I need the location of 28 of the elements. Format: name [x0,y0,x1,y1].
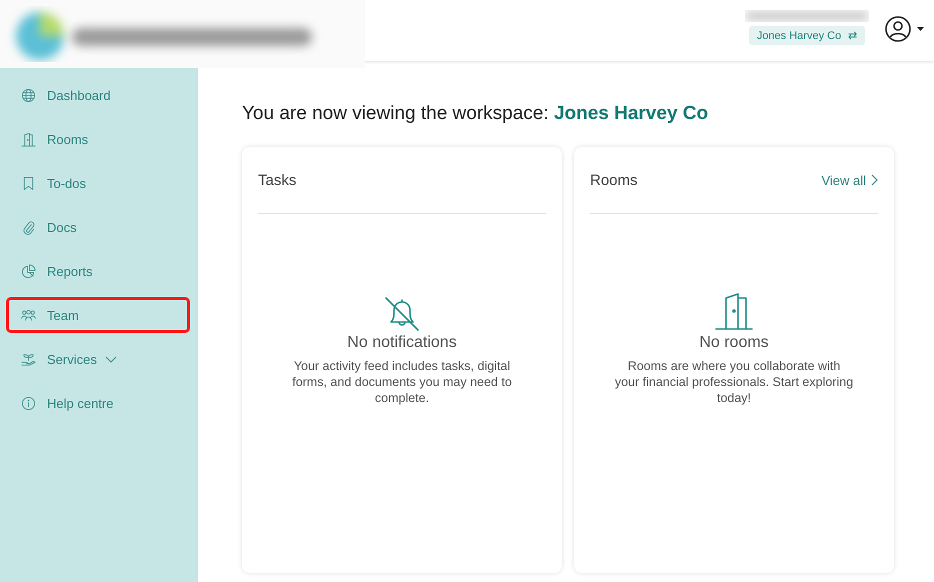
nav-item[interactable]: To-dos [6,165,190,201]
empty-state-text: Your activity feed includes tasks, digital forms, and documents you may need to complete. [291,358,513,406]
empty-state-title: No rooms [699,334,769,352]
chevron-right-icon [871,174,878,186]
nav-item[interactable]: Rooms [6,121,190,157]
info-icon [21,396,36,410]
card-title: Rooms [590,172,638,188]
caret-icon[interactable] [917,26,924,30]
bookmark-icon [21,176,36,190]
paperclip-icon [21,220,36,234]
door-icon [21,132,36,146]
card-title: Tasks [258,172,296,188]
page-heading: You are now viewing the workspace: Jones Harvey Co [242,103,710,125]
empty-state-text: Rooms are where you collaborate with your financial professionals. Start exploring today! [614,358,854,406]
user-avatar-icon[interactable] [885,16,911,42]
nav-item[interactable]: Reports [6,253,190,289]
nav-item[interactable]: Services [6,341,190,377]
empty-state-title: No notifications [347,334,457,352]
nav-item[interactable]: Team [6,297,190,333]
nav-item[interactable]: Docs [6,209,190,245]
view-all-link[interactable]: View all [821,172,878,188]
pie-chart-icon [21,264,36,278]
nav-item[interactable]: Help centre [6,385,190,421]
globe-icon [21,88,36,102]
plant-in-hand-icon [21,352,36,366]
workspace-switch-button[interactable]: Jones Harvey Co ⇄ [748,26,866,45]
people-icon [21,308,36,322]
nav-item[interactable]: Dashboard [6,77,190,113]
